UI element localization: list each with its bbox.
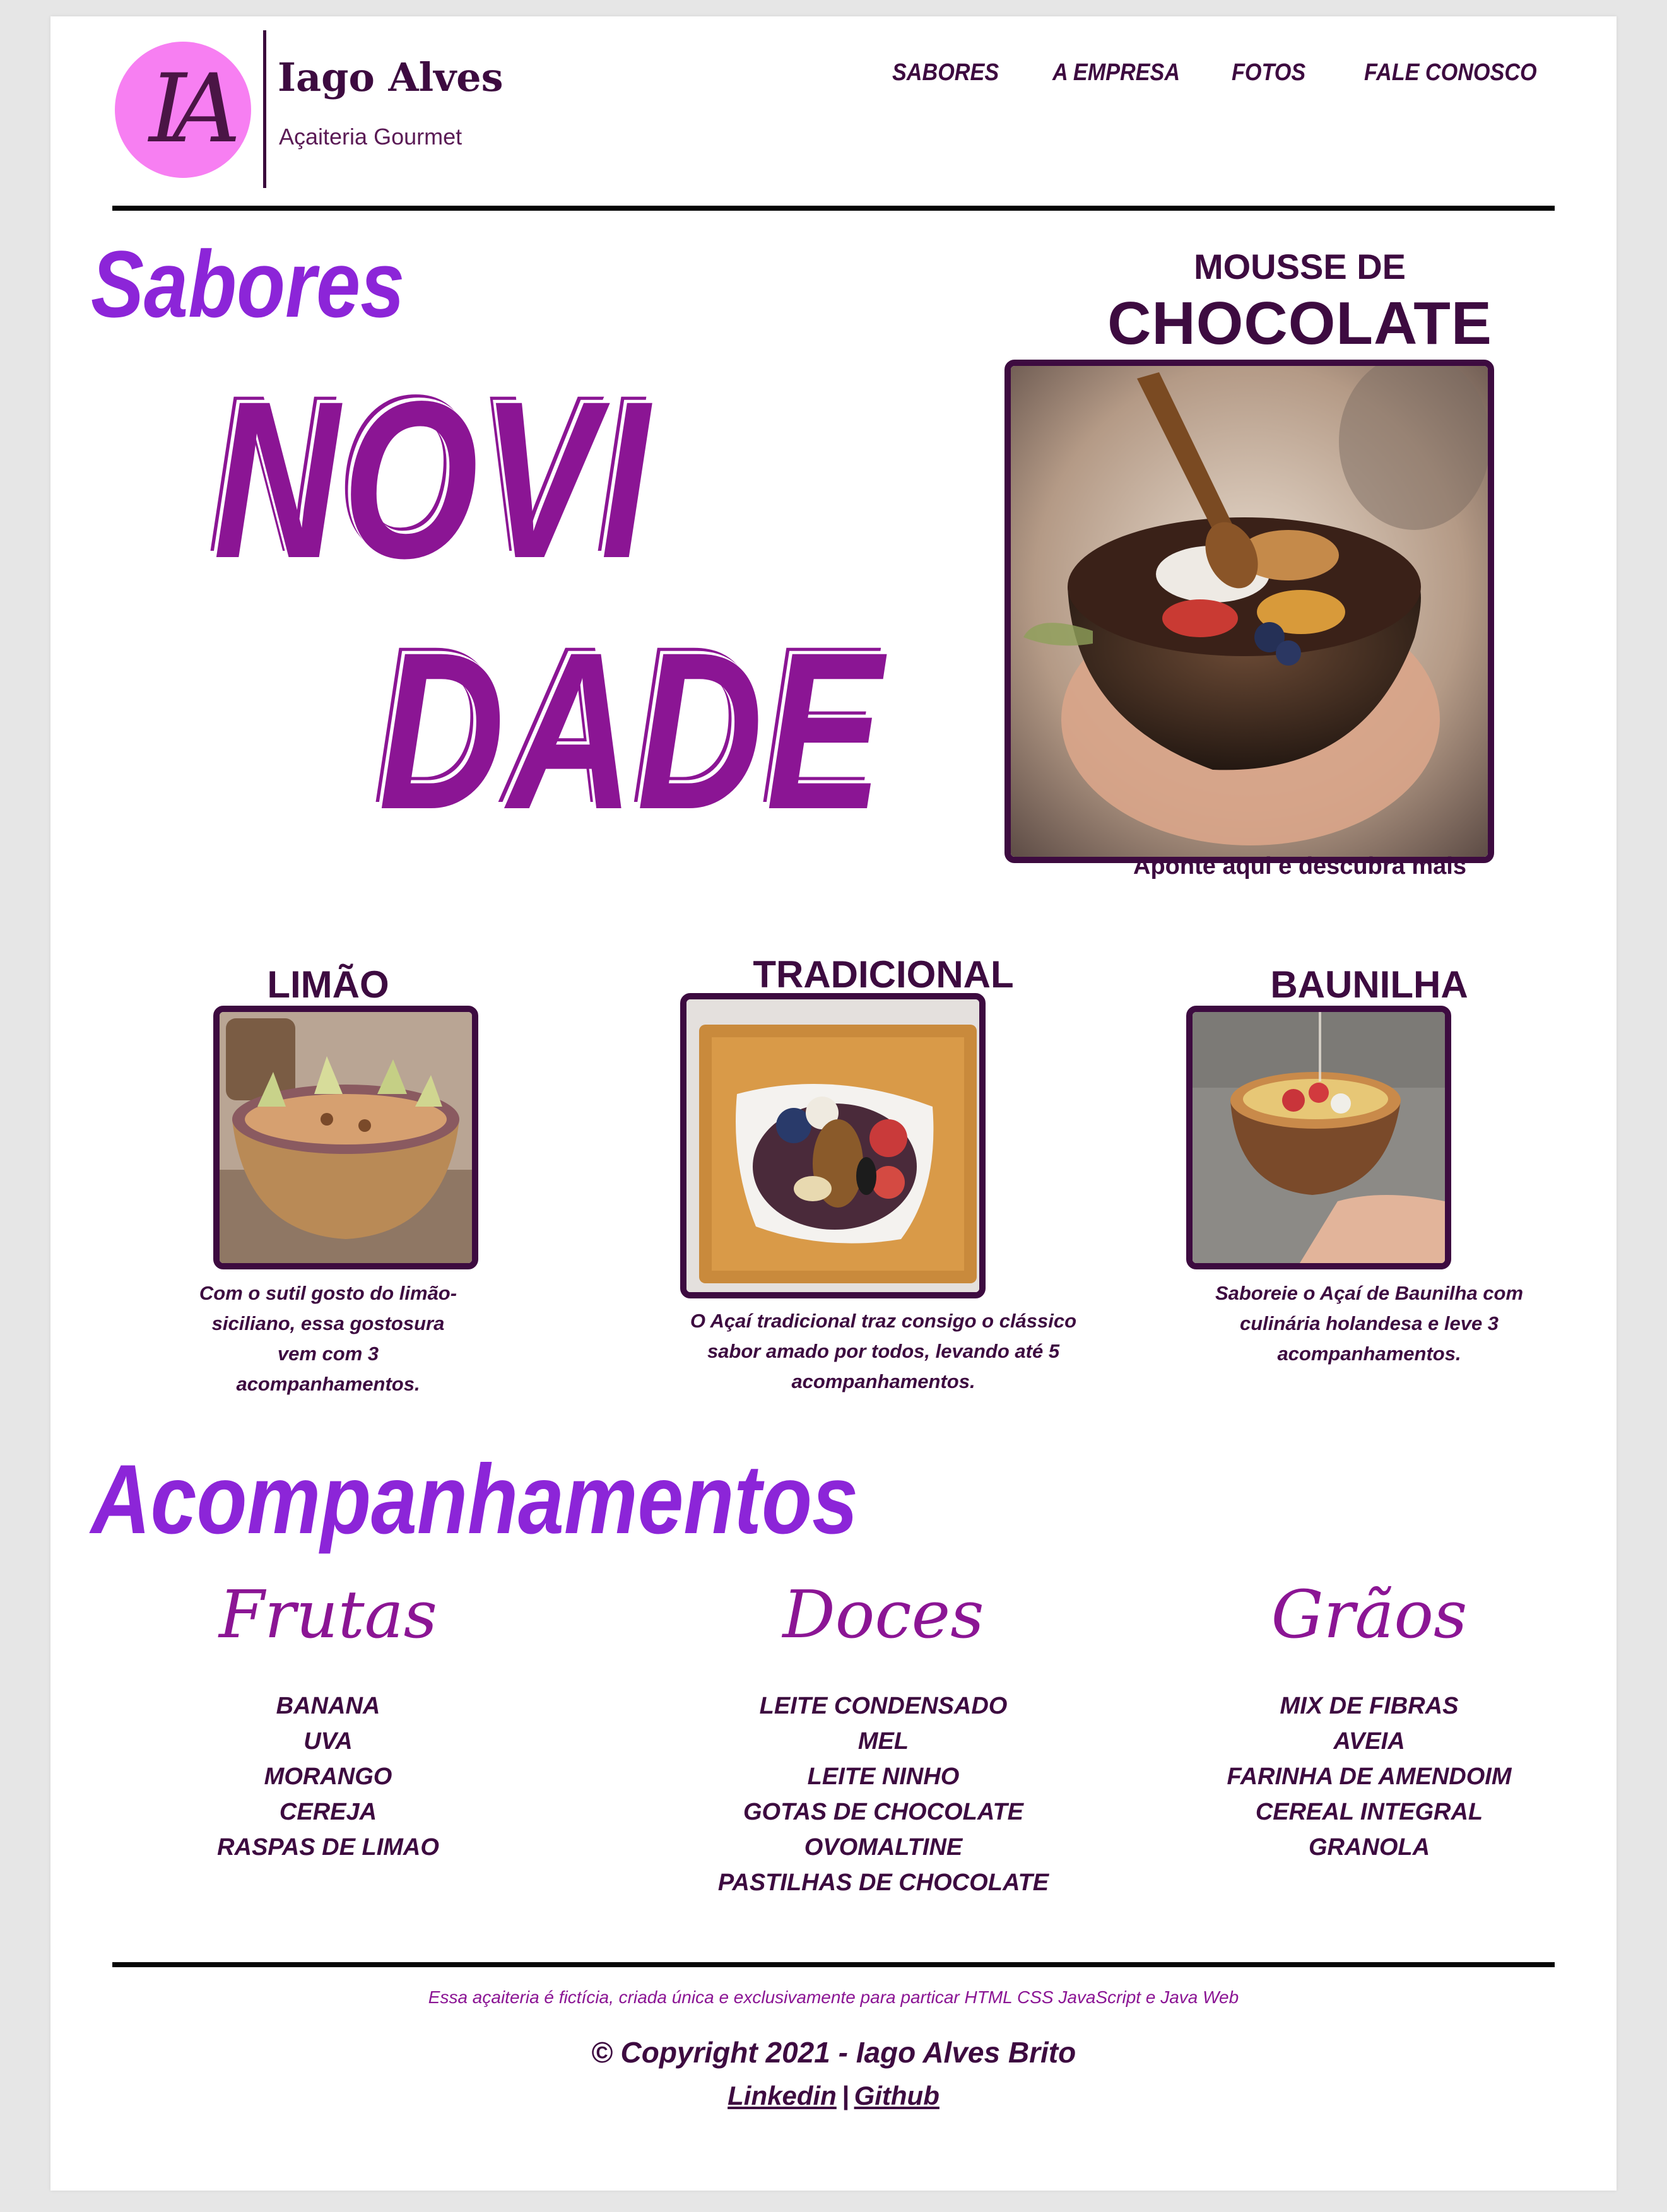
section-title-sabores: Sabores xyxy=(91,231,405,337)
nav-fotos[interactable]: FOTOS xyxy=(1232,59,1305,86)
nav-a-empresa[interactable]: A EMPRESA xyxy=(1052,59,1180,86)
linkedin-link[interactable]: Linkedin xyxy=(727,2081,837,2110)
flavor-image-tradicional[interactable] xyxy=(680,993,986,1298)
featured-caption[interactable]: Aponte aqui e descubra mais xyxy=(1003,853,1596,880)
novidade-line-2: DADE xyxy=(379,606,886,856)
footer-links: Linkedin | Github xyxy=(50,2081,1617,2111)
footer-divider xyxy=(112,1962,1555,1967)
list-item: GOTAS DE CHOCOLATE xyxy=(743,1799,1024,1825)
logo-monogram: IA xyxy=(149,54,241,164)
header-divider xyxy=(112,206,1555,211)
column-title-frutas: Frutas xyxy=(218,1576,438,1653)
column-title-graos: Grãos xyxy=(1271,1576,1468,1653)
list-graos: MIX DE FIBRAS AVEIA FARINHA DE AMENDOIM … xyxy=(1186,1688,1552,1865)
column-title-doces: Doces xyxy=(782,1576,984,1653)
flavor-desc-tradicional: O Açaí tradicional traz consigo o clássi… xyxy=(690,1310,1077,1392)
list-doces: LEITE CONDENSADO MEL LEITE NINHO GOTAS D… xyxy=(681,1688,1085,1900)
github-link[interactable]: Github xyxy=(854,2081,940,2110)
featured-image-frame[interactable] xyxy=(1004,360,1494,863)
page: IA Iago Alves Açaiteria Gourmet SABORES … xyxy=(50,16,1617,2191)
list-item: BANANA xyxy=(276,1693,380,1719)
logo-divider xyxy=(263,30,266,188)
list-item: UVA xyxy=(303,1728,353,1755)
acai-limao-photo xyxy=(220,1012,472,1263)
list-item: LEITE CONDENSADO xyxy=(759,1693,1008,1719)
brand-name: Iago Alves xyxy=(278,54,504,100)
acai-baunilha-photo xyxy=(1193,1012,1445,1263)
list-item: CEREAL INTEGRAL xyxy=(1255,1799,1483,1825)
novidade-line-1: NOVI xyxy=(213,355,652,605)
brand-subtitle: Açaiteria Gourmet xyxy=(279,124,462,150)
footer-note: Essa açaiteria é fictícia, criada única … xyxy=(428,1987,1239,2007)
link-separator: | xyxy=(841,2081,849,2110)
list-item: MEL xyxy=(857,1728,909,1755)
mousse-chocolate-photo xyxy=(1011,366,1488,857)
featured-name-small: MOUSSE DE xyxy=(1193,247,1406,286)
nav-sabores[interactable]: SABORES xyxy=(892,59,999,86)
flavor-title-tradicional: TRADICIONAL xyxy=(753,953,1014,996)
list-frutas: BANANA UVA MORANGO CEREJA RASPAS DE LIMA… xyxy=(196,1688,461,1865)
acai-tradicional-photo xyxy=(686,999,979,1292)
list-item: LEITE NINHO xyxy=(807,1763,960,1790)
list-item: AVEIA xyxy=(1333,1728,1405,1755)
flavor-title-baunilha: BAUNILHA xyxy=(1270,963,1468,1006)
footer-copyright: © Copyright 2021 - Iago Alves Brito xyxy=(591,2036,1076,2069)
flavor-image-limao[interactable] xyxy=(213,1006,478,1269)
list-item: FARINHA DE AMENDOIM xyxy=(1227,1763,1512,1790)
flavor-image-baunilha[interactable] xyxy=(1186,1006,1451,1269)
flavor-desc-baunilha: Saboreie o Açaí de Baunilha com culinári… xyxy=(1215,1282,1524,1365)
list-item: RASPAS DE LIMAO xyxy=(217,1834,439,1861)
nav-fale-conosco[interactable]: FALE CONOSCO xyxy=(1364,59,1537,86)
list-item: MIX DE FIBRAS xyxy=(1280,1693,1459,1719)
list-item: MORANGO xyxy=(264,1763,392,1790)
list-item: CEREJA xyxy=(279,1799,377,1825)
list-item: GRANOLA xyxy=(1308,1834,1430,1861)
section-title-acompanhamentos: Acompanhamentos xyxy=(91,1445,858,1555)
flavor-desc-limao: Com o sutil gosto do limão-siciliano, es… xyxy=(199,1282,457,1395)
featured-name-big: CHOCOLATE xyxy=(1107,290,1492,357)
flavor-title-limao: LIMÃO xyxy=(267,963,389,1006)
list-item: PASTILHAS DE CHOCOLATE xyxy=(717,1869,1049,1896)
list-item: OVOMALTINE xyxy=(804,1834,963,1861)
